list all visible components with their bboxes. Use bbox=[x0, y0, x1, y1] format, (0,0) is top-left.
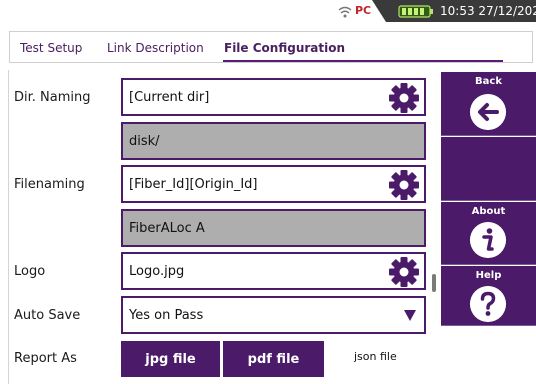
filenaming-value: [Fiber_Id][Origin_Id] bbox=[129, 177, 258, 192]
gear-icon[interactable] bbox=[388, 82, 420, 114]
dir-naming-value: [Current dir] bbox=[129, 90, 210, 105]
gear-icon[interactable] bbox=[388, 256, 420, 288]
tab-test-setup[interactable]: Test Setup bbox=[20, 41, 82, 55]
about-button[interactable]: About bbox=[441, 202, 536, 265]
filename-preview-value: FiberALoc A bbox=[129, 221, 205, 236]
tab-bar: Test Setup Link Description File Configu… bbox=[9, 31, 533, 63]
panel-divider bbox=[8, 70, 9, 384]
help-button[interactable]: Help bbox=[441, 266, 536, 326]
question-icon bbox=[470, 286, 506, 322]
filenaming-field[interactable]: [Fiber_Id][Origin_Id] bbox=[121, 165, 426, 203]
status-bar: PC 10:53 27/12/2023 bbox=[0, 0, 536, 24]
logo-label: Logo bbox=[14, 264, 46, 279]
dir-path-field: disk/ bbox=[121, 122, 426, 160]
pc-connection-icon: PC bbox=[355, 4, 372, 17]
report-jpg-button[interactable]: jpg file bbox=[121, 341, 220, 377]
dir-naming-label: Dir. Naming bbox=[14, 90, 91, 105]
gear-icon[interactable] bbox=[388, 169, 420, 201]
auto-save-label: Auto Save bbox=[14, 308, 81, 323]
about-label: About bbox=[471, 206, 506, 217]
battery-icon bbox=[398, 5, 433, 18]
active-tab-indicator bbox=[223, 60, 503, 62]
auto-save-value: Yes on Pass bbox=[129, 308, 204, 323]
report-json-button[interactable]: json file bbox=[354, 350, 397, 363]
info-icon bbox=[470, 222, 506, 258]
back-button[interactable]: Back bbox=[441, 72, 536, 136]
dir-naming-field[interactable]: [Current dir] bbox=[121, 78, 426, 116]
filenaming-label: Filenaming bbox=[14, 177, 85, 192]
help-label: Help bbox=[475, 270, 502, 281]
auto-save-dropdown[interactable]: Yes on Pass bbox=[121, 296, 426, 334]
scrollbar[interactable] bbox=[432, 274, 436, 292]
report-pdf-button[interactable]: pdf file bbox=[223, 341, 324, 377]
logo-field[interactable]: Logo.jpg bbox=[121, 252, 426, 290]
clock: 10:53 27/12/2023 bbox=[440, 4, 536, 18]
wifi-icon bbox=[338, 6, 352, 18]
dir-path-value: disk/ bbox=[129, 134, 160, 149]
tab-file-configuration[interactable]: File Configuration bbox=[224, 41, 345, 55]
logo-value: Logo.jpg bbox=[129, 264, 185, 279]
report-as-label: Report As bbox=[14, 351, 77, 366]
chevron-down-icon bbox=[404, 310, 416, 321]
empty-menu-slot bbox=[441, 137, 536, 201]
filename-preview-field: FiberALoc A bbox=[121, 209, 426, 247]
tab-link-description[interactable]: Link Description bbox=[107, 41, 204, 55]
arrow-left-icon bbox=[470, 94, 506, 130]
back-label: Back bbox=[475, 76, 502, 87]
